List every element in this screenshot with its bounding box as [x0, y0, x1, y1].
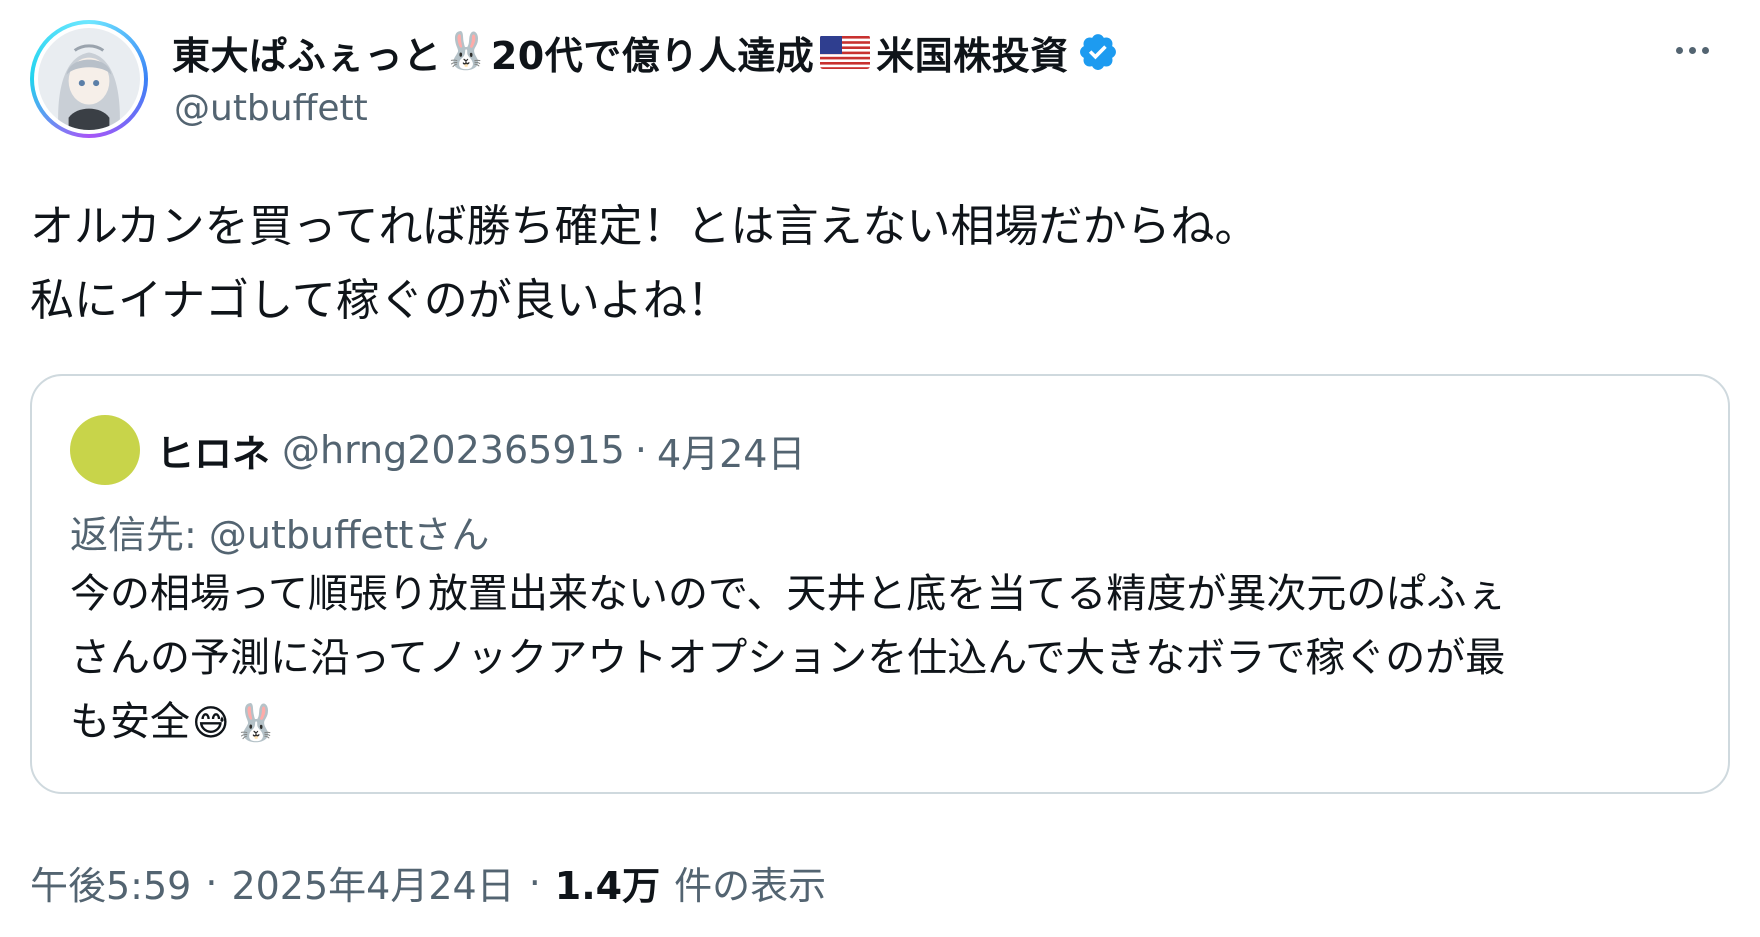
- quoted-text-line: 今の相場って順張り放置出来ないので、天井と底を当てる精度が異次元のぱふぇ: [70, 571, 1507, 617]
- more-options-icon[interactable]: [1664, 30, 1720, 70]
- author-display-name[interactable]: 東大ぱふぇっと 🐰 20代で億り人達成 米国株投資: [172, 25, 1069, 80]
- quoted-tweet-card[interactable]: ヒロネ @hrng202365915 · 4月24日 返信先: @utbuffe…: [30, 374, 1730, 794]
- rabbit-emoji-icon: 🐰: [443, 31, 489, 72]
- author-name-text: 20代で億り人達成: [490, 33, 815, 78]
- quoted-text-line: も安全😅 🐰: [70, 699, 279, 745]
- verified-badge-icon: [1079, 34, 1116, 70]
- quoted-author-handle: @hrng202365915: [282, 428, 625, 472]
- reply-to-label: 返信先: @utbuffettさん: [70, 513, 490, 557]
- views-label: 件の表示: [674, 864, 827, 908]
- tweet-date[interactable]: 2025年4月24日: [231, 855, 514, 910]
- tweet-time[interactable]: 午後5:59: [30, 855, 191, 910]
- us-flag-icon: [820, 35, 871, 69]
- tweet: 東大ぱふぇっと 🐰 20代で億り人達成 米国株投資 @utbuffett オルカ…: [0, 0, 1760, 937]
- quoted-author-name: ヒロネ: [156, 431, 271, 476]
- rabbit-emoji-icon: 🐰: [233, 703, 279, 744]
- separator-dot: ·: [634, 428, 647, 472]
- sweat-smile-emoji-icon: 😅: [192, 703, 230, 744]
- tweet-text-line: 私にイナゴして稼ぐのが良いよね！: [30, 275, 731, 326]
- quoted-text-line: さんの予測に沿ってノックアウトオプションを仕込んで大きなボラで稼ぐのが最: [70, 635, 1506, 681]
- quoted-tweet-text: 今の相場って順張り放置出来ないので、天井と底を当てる精度が異次元のぱふぇ さんの…: [70, 562, 1506, 754]
- separator-dot: ·: [528, 860, 541, 905]
- quoted-tweet-header: ヒロネ @hrng202365915 · 4月24日: [70, 414, 805, 486]
- separator-dot: ·: [205, 860, 218, 905]
- author-name-text: 東大ぱふぇっと: [172, 33, 442, 78]
- avatar-illustration-icon: [38, 28, 140, 130]
- author-avatar[interactable]: [30, 20, 148, 138]
- tweet-meta: 午後5:59 · 2025年4月24日 · 1.4万 件の表示: [30, 855, 826, 910]
- tweet-text-line: オルカンを買ってれば勝ち確定！とは言えない相場だからね。: [30, 201, 1259, 252]
- author-name-text: 米国株投資: [876, 33, 1069, 78]
- views-count: 1.4万: [554, 864, 661, 908]
- tweet-text: オルカンを買ってれば勝ち確定！とは言えない相場だからね。 私にイナゴして稼ぐのが…: [30, 190, 1258, 338]
- author-handle[interactable]: @utbuffett: [174, 88, 368, 129]
- quoted-author-avatar: [70, 415, 140, 485]
- quoted-tweet-date: 4月24日: [656, 431, 806, 476]
- author-name-row[interactable]: 東大ぱふぇっと 🐰 20代で億り人達成 米国株投資: [172, 24, 1119, 80]
